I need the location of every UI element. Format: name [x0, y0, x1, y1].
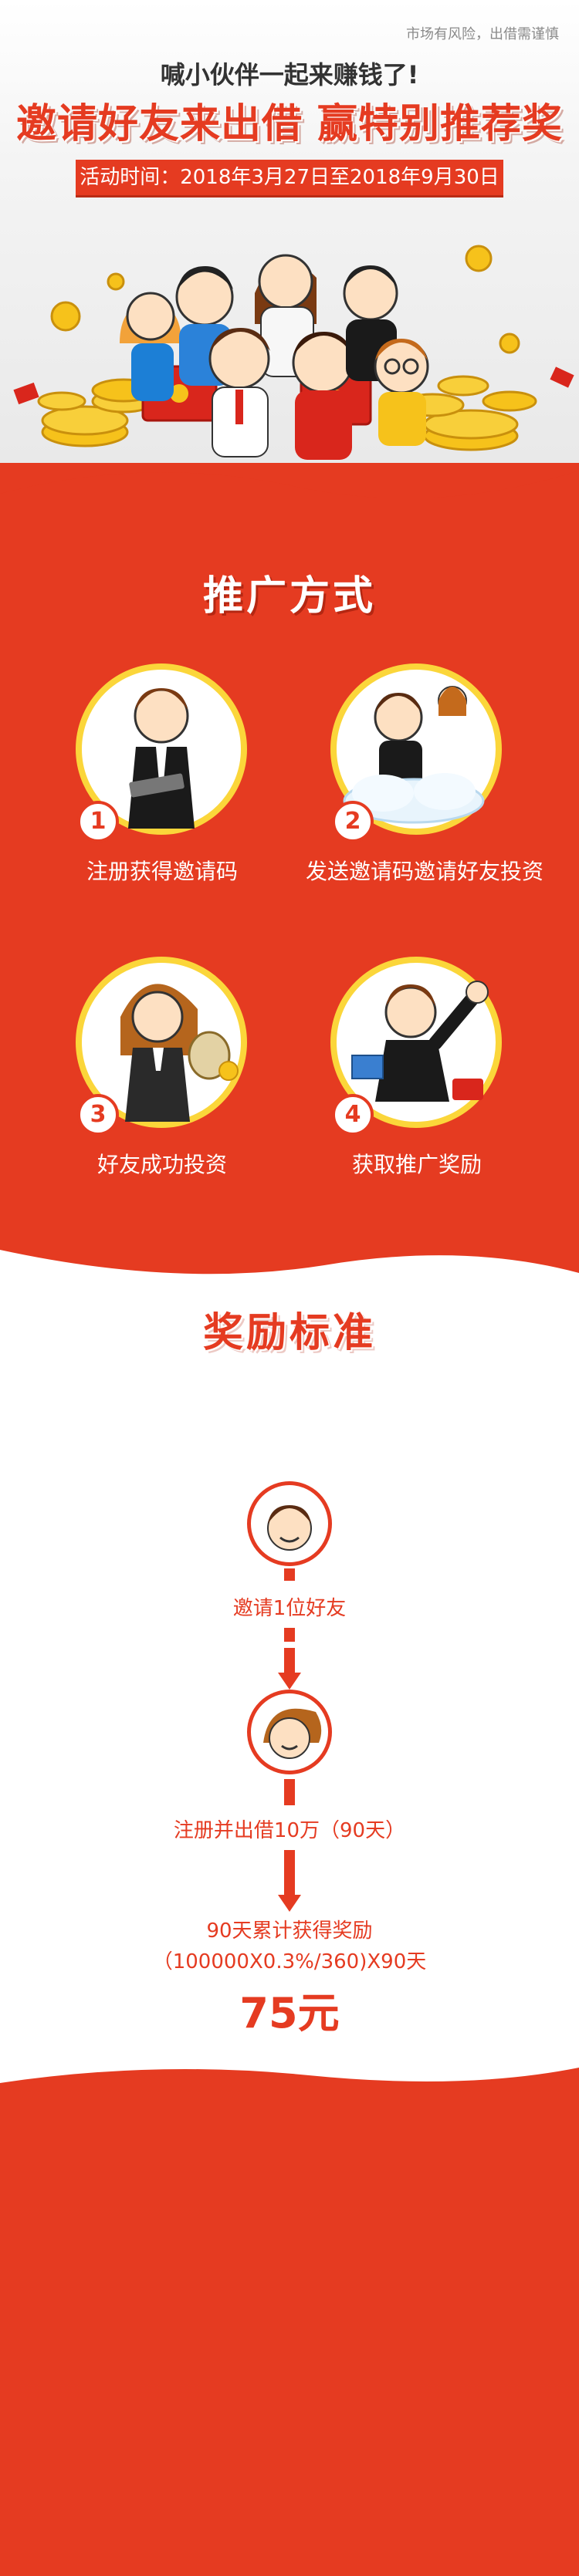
arrow-down-icon	[278, 1673, 301, 1690]
step-1-number: 1	[77, 801, 119, 842]
wave-divider-bottom	[0, 1211, 579, 1312]
step-3-number: 3	[77, 1094, 119, 1136]
step-3-label: 好友成功投资	[96, 1152, 227, 1177]
character-man-red	[292, 332, 354, 460]
step-4-number: 4	[332, 1094, 374, 1136]
step-4-label: 获取推广奖励	[351, 1152, 482, 1177]
reward-step-1: 邀请1位好友	[232, 1597, 347, 1620]
reward-result-line-2: （100000X0.3%/360)X90天	[152, 1950, 427, 1973]
hero-subtitle: 喊小伙伴一起来赚钱了!	[160, 60, 419, 89]
character-man-center	[208, 328, 270, 457]
reward-result-line-1: 90天累计获得奖励	[206, 1919, 373, 1943]
flow-dash	[284, 1779, 295, 1805]
character-man-glasses-right	[374, 339, 429, 446]
reward-amount: 75元	[239, 1989, 340, 2038]
reward-title: 奖励标准	[202, 1310, 376, 1356]
reward-step-2: 注册并出借10万（90天）	[173, 1819, 406, 1842]
arrow-down-icon	[278, 1895, 301, 1912]
avatar-man	[247, 1481, 332, 1566]
step-2-label: 发送邀请码邀请好友投资	[305, 859, 543, 884]
step-2-number: 2	[332, 801, 374, 842]
hero-title: 邀请好友来出借 赢特别推荐奖	[15, 101, 564, 147]
page: 市场有风险，出借需谨慎 喊小伙伴一起来赚钱了! 邀请好友来出借 赢特别推荐奖 活…	[0, 0, 579, 2576]
activity-date: 活动时间：2018年3月27日至2018年9月30日	[76, 160, 503, 195]
flow-dash	[284, 1850, 295, 1896]
promotion-title: 推广方式	[202, 573, 376, 620]
footer-red-band	[0, 2083, 579, 2576]
step-1-label: 注册获得邀请码	[86, 859, 238, 884]
avatar-woman	[247, 1690, 332, 1774]
crowd-illustration	[13, 245, 574, 479]
wave-divider-top	[0, 471, 579, 540]
flow-dash	[284, 1648, 295, 1674]
risk-notice: 市场有风险，出借需谨慎	[406, 26, 559, 42]
flow-dash	[284, 1628, 295, 1642]
flow-dash	[284, 1568, 295, 1581]
